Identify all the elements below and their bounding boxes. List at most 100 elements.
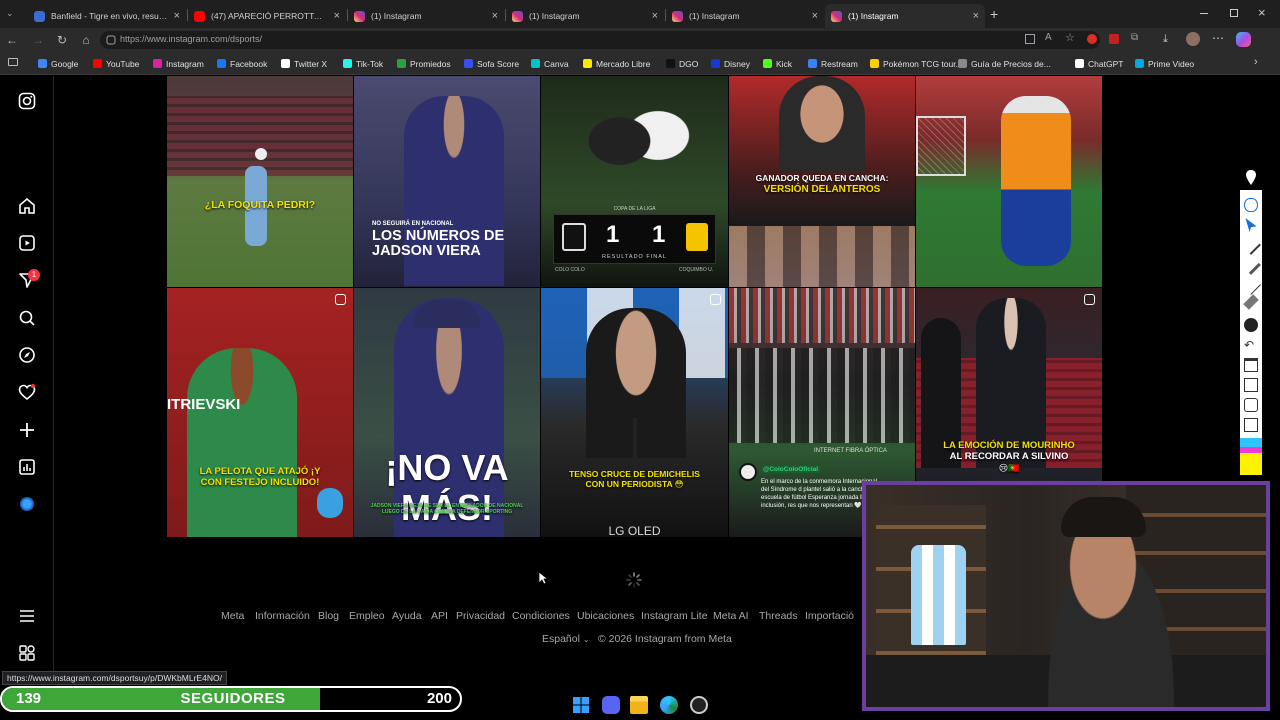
bookmark-item[interactable]: Twitter X xyxy=(281,57,327,70)
color-palette-icon[interactable] xyxy=(1240,438,1262,475)
line-icon[interactable] xyxy=(1241,275,1261,295)
download-icon[interactable]: ⤓ xyxy=(1163,33,1168,46)
forward-icon[interactable]: → xyxy=(30,32,46,48)
browser-menu-icon[interactable]: ⋯ xyxy=(1212,31,1224,45)
footer-link[interactable]: Meta xyxy=(221,610,244,622)
bookmark-item[interactable]: Kick xyxy=(763,57,792,70)
cursor-icon[interactable] xyxy=(1245,218,1257,232)
bookmark-item[interactable]: ChatGPT xyxy=(1075,57,1123,70)
footer-link[interactable]: Información xyxy=(255,610,310,622)
close-tab-icon[interactable]: × xyxy=(334,10,340,22)
footer-link[interactable]: Ubicaciones xyxy=(577,610,634,622)
footer-link[interactable]: Threads xyxy=(759,610,798,622)
footer-link[interactable]: Condiciones xyxy=(512,610,570,622)
obs-icon[interactable] xyxy=(690,696,708,714)
reload-icon[interactable]: ↻ xyxy=(54,32,70,48)
also-from-meta-icon[interactable] xyxy=(18,644,36,662)
favorite-star-icon[interactable]: ☆ xyxy=(1065,31,1075,44)
copilot-icon[interactable] xyxy=(1236,32,1251,47)
discord-icon[interactable] xyxy=(602,696,620,714)
color-dot-icon[interactable] xyxy=(1244,318,1258,332)
screen-icon[interactable] xyxy=(1244,378,1258,392)
footer-link[interactable]: Empleo xyxy=(349,610,385,622)
footer-link[interactable]: Importació xyxy=(805,610,854,622)
post-thumbnail[interactable]: GANADOR QUEDA EN CANCHA: VERSIÓN DELANTE… xyxy=(729,76,915,287)
home-icon[interactable] xyxy=(18,197,36,215)
document-icon[interactable] xyxy=(1244,418,1258,432)
bookmark-item[interactable]: YouTube xyxy=(93,57,139,70)
explore-icon[interactable] xyxy=(18,346,36,364)
read-aloud-icon[interactable]: A xyxy=(1045,32,1052,43)
instagram-logo[interactable] xyxy=(18,92,36,110)
edge-browser-icon[interactable] xyxy=(660,696,678,714)
bookmark-item[interactable]: Instagram xyxy=(153,57,204,70)
address-bar[interactable]: https://www.instagram.com/dsports/ xyxy=(100,31,1100,49)
bookmark-item[interactable]: Canva xyxy=(531,57,569,70)
extension-red-icon[interactable] xyxy=(1087,34,1097,44)
file-explorer-icon[interactable] xyxy=(630,696,648,714)
footer-link[interactable]: Blog xyxy=(318,610,339,622)
browser-tab[interactable]: (1) Instagram × xyxy=(666,4,824,28)
close-tab-icon[interactable]: × xyxy=(973,10,979,22)
site-info-icon[interactable] xyxy=(106,35,116,45)
browser-tab-active[interactable]: (1) Instagram × xyxy=(825,4,985,28)
footer-link[interactable]: Ayuda xyxy=(392,610,422,622)
undo-icon[interactable]: ↶ xyxy=(1244,338,1258,352)
bookmark-item[interactable]: DGO xyxy=(666,57,698,70)
post-thumbnail[interactable]: ¿LA FOQUITA PEDRI? xyxy=(167,76,353,287)
language-select[interactable]: Español ⌄ xyxy=(542,633,590,645)
restore-icon[interactable] xyxy=(1230,9,1238,17)
split-screen-icon[interactable] xyxy=(1025,34,1035,44)
extensions-puzzle-icon[interactable]: ⧉ xyxy=(1131,32,1138,43)
bookmark-item[interactable]: Tik-Tok xyxy=(343,57,383,70)
bookmark-item[interactable]: Mercado Libre xyxy=(583,57,650,70)
bookmarks-overflow-icon[interactable]: › xyxy=(1254,56,1258,68)
post-thumbnail[interactable]: NO SEGUIRÁ EN NACIONAL LOS NÚMEROS DE JA… xyxy=(354,76,540,287)
home-icon[interactable]: ⌂ xyxy=(78,32,94,48)
windows-start-icon[interactable] xyxy=(572,696,590,714)
post-thumbnail[interactable]: TENSO CRUCE DE DEMICHELIS CON UN PERIODI… xyxy=(541,288,728,537)
dashboard-icon[interactable] xyxy=(18,458,36,476)
post-thumbnail[interactable]: COPA DE LA LIGA 1 1 RESULTADO FINAL COLO… xyxy=(541,76,728,287)
close-tab-icon[interactable]: × xyxy=(812,10,818,22)
close-window-icon[interactable]: × xyxy=(1258,5,1266,20)
bookmark-item[interactable]: Guía de Precios de... xyxy=(958,57,1051,70)
pen-icon[interactable] xyxy=(1241,235,1261,255)
bookmark-item[interactable]: Sofa Score xyxy=(464,57,519,70)
bookmark-item[interactable]: Prime Video xyxy=(1135,57,1194,70)
footer-link[interactable]: API xyxy=(431,610,448,622)
search-icon[interactable] xyxy=(18,309,36,327)
camera-icon[interactable] xyxy=(1244,398,1258,412)
footer-link[interactable]: Meta AI xyxy=(713,610,749,622)
tab-search-button[interactable]: ⌄ xyxy=(6,8,20,20)
extension-icon[interactable] xyxy=(1109,34,1119,44)
reels-icon[interactable] xyxy=(18,234,36,252)
more-menu-icon[interactable] xyxy=(18,607,36,625)
trash-icon[interactable] xyxy=(1244,358,1258,372)
close-tab-icon[interactable]: × xyxy=(174,10,180,22)
post-thumbnail[interactable] xyxy=(916,76,1102,287)
profile-avatar[interactable] xyxy=(1186,32,1200,46)
pin-icon[interactable] xyxy=(1241,168,1261,188)
minimize-icon[interactable] xyxy=(1200,13,1208,14)
eraser-icon[interactable] xyxy=(1243,294,1259,310)
bookmark-item[interactable]: Pokémon TCG tour... xyxy=(870,57,963,70)
bookmark-item[interactable]: Facebook xyxy=(217,57,267,70)
browser-tab[interactable]: (1) Instagram × xyxy=(506,4,664,28)
footer-link[interactable]: Instagram Lite xyxy=(641,610,708,622)
highlighter-icon[interactable] xyxy=(1241,255,1261,275)
close-tab-icon[interactable]: × xyxy=(492,10,498,22)
new-tab-button[interactable]: + xyxy=(990,6,998,22)
profile-avatar[interactable] xyxy=(20,497,34,511)
close-tab-icon[interactable]: × xyxy=(652,10,658,22)
browser-tab[interactable]: (47) APARECIÓ PERROTTA, EL TAL × xyxy=(188,4,346,28)
notifications-icon[interactable] xyxy=(18,383,36,401)
post-thumbnail[interactable]: ITRIEVSKI LA PELOTA QUE ATAJÓ ¡Y CON FES… xyxy=(167,288,353,537)
browser-tab[interactable]: (1) Instagram × xyxy=(348,4,504,28)
eye-icon[interactable] xyxy=(1244,198,1258,212)
bookmark-item[interactable]: Google xyxy=(38,57,78,70)
create-icon[interactable] xyxy=(18,421,36,439)
bookmark-item[interactable]: Promiedos xyxy=(397,57,451,70)
footer-link[interactable]: Privacidad xyxy=(456,610,505,622)
back-icon[interactable]: ← xyxy=(4,32,20,48)
